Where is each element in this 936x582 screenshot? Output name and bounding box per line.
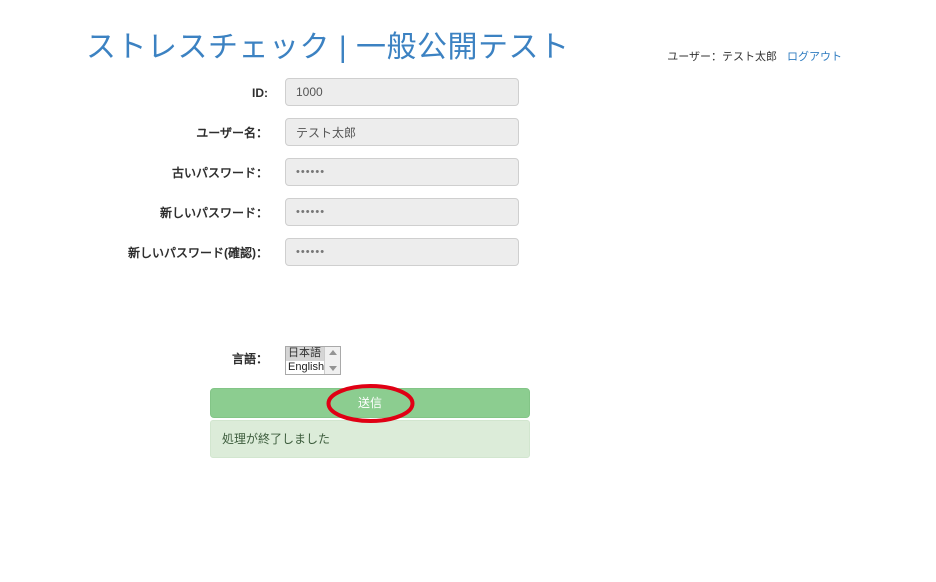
label-id: ID:: [252, 86, 268, 100]
user-info-bar: ユーザー：テスト太郎 ログアウト: [667, 50, 842, 64]
input-id[interactable]: [285, 78, 519, 106]
form-row-username: ユーザー名：: [0, 118, 936, 156]
scroll-down-arrow-icon[interactable]: [328, 366, 337, 371]
input-new-password[interactable]: [285, 198, 519, 226]
language-option-english[interactable]: English: [286, 361, 324, 375]
user-name-text: ユーザー：テスト太郎: [667, 51, 777, 63]
account-form: ID: ユーザー名： 古いパスワード： 新しいパスワード： 新しいパスワード(確…: [0, 78, 936, 278]
form-row-language: 言語： 日本語 English: [0, 344, 936, 378]
language-option-japanese[interactable]: 日本語: [286, 347, 324, 361]
result-message: 処理が終了しました: [210, 420, 530, 458]
input-old-password[interactable]: [285, 158, 519, 186]
label-new-password-confirm: 新しいパスワード(確認)：: [128, 246, 268, 260]
form-row-new-password: 新しいパスワード：: [0, 198, 936, 236]
language-listbox[interactable]: 日本語 English: [285, 346, 341, 375]
form-row-old-password: 古いパスワード：: [0, 158, 936, 196]
page-title: ストレスチェック | 一般公開テスト: [86, 31, 570, 65]
submit-button[interactable]: 送信: [210, 388, 530, 418]
logout-link[interactable]: ログアウト: [787, 51, 842, 63]
form-row-id: ID:: [0, 78, 936, 116]
language-option-list[interactable]: 日本語 English: [286, 347, 324, 374]
form-row-new-password-confirm: 新しいパスワード(確認)：: [0, 238, 936, 276]
label-username: ユーザー名：: [196, 126, 268, 140]
label-new-password: 新しいパスワード：: [159, 206, 268, 220]
input-new-password-confirm[interactable]: [285, 238, 519, 266]
scroll-up-arrow-icon[interactable]: [328, 350, 337, 355]
label-language: 言語：: [231, 352, 268, 366]
input-username[interactable]: [285, 118, 519, 146]
label-old-password: 古いパスワード：: [171, 166, 268, 180]
language-scrollbar[interactable]: [324, 347, 340, 374]
